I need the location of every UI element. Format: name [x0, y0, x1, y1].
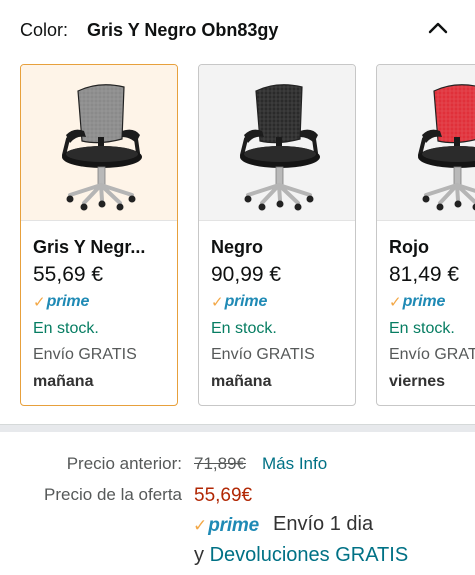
swatch-name: Gris Y Negr... — [33, 237, 146, 257]
color-swatch-list: Gris Y Negr... 55,69 € ✓ prime En stock. … — [0, 64, 475, 408]
swatch-price: 81,49 € — [389, 263, 460, 286]
free-returns-link[interactable]: Devoluciones GRATIS — [210, 544, 409, 566]
office-chair-illustration — [240, 83, 320, 210]
returns-prefix: y — [194, 544, 204, 566]
more-info-link[interactable]: Más Info — [262, 454, 327, 474]
chair-image — [199, 65, 355, 221]
returns-info: y Devoluciones GRATIS — [194, 544, 408, 567]
prime-check-icon: ✓ — [389, 293, 402, 311]
stock-status: En stock. — [33, 320, 99, 337]
delivery-day: viernes — [389, 373, 446, 390]
color-swatch-gris-y-negro[interactable]: Gris Y Negr... 55,69 € ✓ prime En stock. … — [20, 64, 178, 406]
stock-status: En stock. — [389, 320, 455, 337]
shipping-text: Envío GRATIS — [33, 346, 137, 363]
price-details: Precio anterior: 71,89€ Más Info Precio … — [0, 432, 475, 575]
color-label: Color: — [20, 20, 69, 40]
prime-label: prime — [46, 293, 90, 310]
prime-badge: ✓ prime — [193, 514, 259, 536]
swatch-price: 55,69 € — [33, 263, 104, 286]
chair-image — [21, 65, 177, 221]
prime-check-icon: ✓ — [211, 293, 224, 311]
chair-image — [377, 65, 475, 221]
prime-label: prime — [208, 514, 259, 536]
shipping-text: Envío GRATIS — [211, 346, 315, 363]
prime-badge: ✓ prime — [33, 293, 89, 311]
stock-status: En stock. — [211, 320, 277, 337]
office-chair-illustration — [62, 83, 142, 210]
offer-price: 55,69€ — [194, 485, 253, 506]
previous-price: 71,89€ — [194, 454, 246, 473]
prime-check-icon: ✓ — [33, 293, 46, 311]
chevron-up-icon[interactable] — [424, 14, 452, 42]
delivery-day: mañana — [33, 373, 94, 390]
prime-label: prime — [224, 293, 268, 310]
prime-badge: ✓ prime — [211, 293, 267, 311]
swatch-name: Negro — [211, 237, 264, 257]
color-swatch-negro[interactable]: Negro 90,99 € ✓ prime En stock. Envío GRA… — [198, 64, 356, 406]
delivery-day: mañana — [211, 373, 272, 390]
swatch-name: Rojo — [389, 237, 429, 257]
section-divider — [0, 424, 475, 432]
prime-check-icon: ✓ — [193, 515, 208, 535]
office-chair-illustration — [418, 83, 475, 210]
swatch-price: 90,99 € — [211, 263, 282, 286]
previous-price-label: Precio anterior: — [66, 454, 182, 473]
prime-label: prime — [402, 293, 446, 310]
color-swatch-rojo[interactable]: Rojo 81,49 € ✓ prime En stock. Envío GRAT… — [376, 64, 475, 406]
offer-price-label: Precio de la oferta — [44, 485, 182, 504]
prime-badge: ✓ prime — [389, 293, 445, 311]
shipping-speed: Envío 1 dia — [273, 513, 374, 535]
shipping-text: Envío GRAT — [389, 346, 475, 363]
color-selector-header[interactable]: Color: Gris Y Negro Obn83gy — [0, 0, 475, 62]
selected-color-value: Gris Y Negro Obn83gy — [87, 20, 279, 40]
